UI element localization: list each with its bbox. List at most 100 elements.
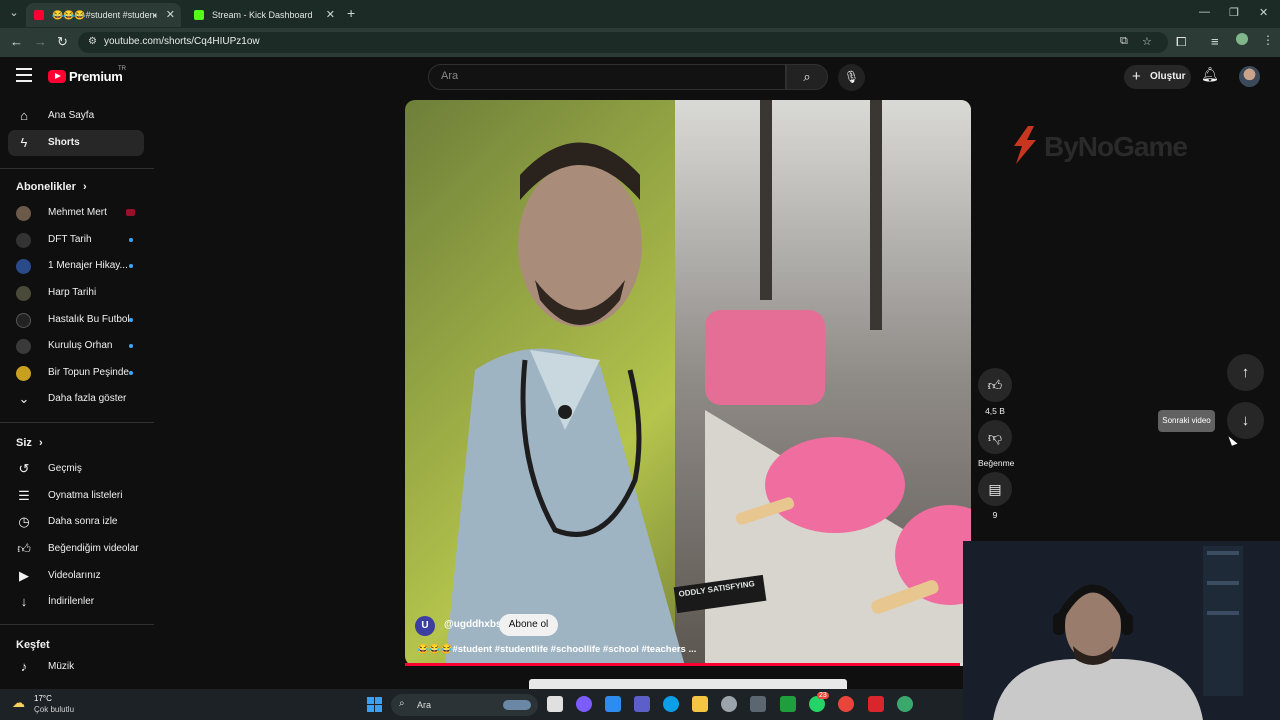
- widgets-icon[interactable]: [605, 696, 621, 712]
- microphone-icon: 🎙︎: [843, 70, 860, 84]
- taskbar-search-label: Ara: [417, 700, 432, 710]
- browser-menu-icon[interactable]: ⋮: [1262, 33, 1274, 47]
- shorts-video-player[interactable]: [405, 100, 971, 666]
- live-indicator-icon: [126, 209, 135, 216]
- copilot-icon[interactable]: [576, 696, 592, 712]
- account-avatar[interactable]: [1239, 66, 1260, 87]
- bookmark-star-icon[interactable]: ☆: [1142, 35, 1152, 48]
- comment-count: 9: [992, 510, 998, 520]
- taskbar-search[interactable]: ⌕ Ara: [391, 694, 538, 716]
- sidebar: ⌂ Ana Sayfa ϟ Shorts Abonelikler › Mehme…: [0, 97, 154, 687]
- weather-icon[interactable]: ☁︎: [12, 695, 28, 711]
- windows-start-icon[interactable]: [367, 697, 382, 712]
- close-tab-icon[interactable]: ✕: [166, 3, 175, 27]
- minimize-icon[interactable]: —: [1199, 6, 1210, 18]
- chrome-icon[interactable]: [838, 696, 854, 712]
- sidebar-item-watch-later[interactable]: ◷ Daha sonra izle: [8, 509, 144, 535]
- subscribe-button[interactable]: Abone ol: [499, 614, 558, 636]
- close-window-icon[interactable]: ✕: [1259, 6, 1268, 19]
- dislike-button[interactable]: 👎︎ Beğenme: [978, 420, 1014, 468]
- sidebar-item-subscription[interactable]: Bir Topun Peşinde: [8, 360, 144, 386]
- xbox-icon[interactable]: [780, 696, 796, 712]
- edge-icon[interactable]: [663, 696, 679, 712]
- sidebar-item-home[interactable]: ⌂ Ana Sayfa: [8, 103, 144, 129]
- tab-youtube-short[interactable]: 😂😂😂#student #studen 🔈︎ ✕: [26, 3, 181, 27]
- address-bar[interactable]: ⚙︎ youtube.com/shorts/Cq4HIUPz1ow ⧉ ☆: [78, 32, 1168, 53]
- sidebar-item-shorts[interactable]: ϟ Shorts: [8, 130, 144, 156]
- channel-avatar: [16, 259, 31, 274]
- sidebar-item-liked-videos[interactable]: 👍︎ Beğendiğim videolar: [8, 536, 144, 562]
- like-count: 4,5 B: [985, 406, 1005, 416]
- channel-avatar[interactable]: U: [415, 616, 435, 636]
- forward-icon[interactable]: →: [34, 34, 47, 49]
- speaker-icon[interactable]: 🔈︎: [154, 3, 159, 27]
- sidebar-item-label: Shorts: [48, 137, 80, 148]
- settings-icon[interactable]: [721, 696, 737, 712]
- menu-icon[interactable]: [16, 68, 32, 82]
- explore-heading: Keşfet: [16, 639, 50, 651]
- video-progress-bar[interactable]: [405, 663, 971, 666]
- restore-icon[interactable]: ❐: [1229, 6, 1239, 19]
- next-video-button[interactable]: ↓: [1227, 402, 1264, 439]
- sidebar-item-label: Mehmet Mert: [48, 207, 107, 218]
- cast-icon[interactable]: ⧉: [1120, 35, 1128, 48]
- browser-profile-icon[interactable]: [1236, 33, 1248, 45]
- sidebar-item-subscription[interactable]: 1 Menajer Hikay...: [8, 253, 144, 279]
- sidebar-item-subscription[interactable]: DFT Tarih: [8, 227, 144, 253]
- extensions-icon[interactable]: ⧠: [1176, 34, 1186, 50]
- new-tab-button[interactable]: +: [347, 5, 355, 21]
- tab-search-menu[interactable]: ⌄: [6, 5, 22, 21]
- voice-search-button[interactable]: 🎙︎: [838, 64, 865, 91]
- search-button[interactable]: ⌕: [786, 64, 828, 90]
- sidebar-item-downloads[interactable]: ↓ İndirilenler: [8, 589, 144, 615]
- back-icon[interactable]: ←: [10, 34, 23, 49]
- browser-tab-bar: ⌄ 😂😂😂#student #studen 🔈︎ ✕ Stream - Kick…: [0, 0, 1280, 28]
- reload-icon[interactable]: ↻: [57, 34, 68, 50]
- sidebar-item-subscription[interactable]: Mehmet Mert: [8, 200, 144, 226]
- home-icon: ⌂: [20, 108, 28, 123]
- sidebar-item-subscription[interactable]: Kuruluş Orhan: [8, 333, 144, 359]
- channel-avatar: [16, 206, 31, 221]
- new-content-dot: [129, 344, 133, 348]
- sidebar-item-music[interactable]: ♪ Müzik: [8, 654, 144, 680]
- sidebar-item-subscription[interactable]: Hastalık Bu Futbol: [8, 307, 144, 333]
- search-icon: ⌕: [803, 69, 811, 84]
- you-heading[interactable]: Siz ›: [16, 437, 43, 449]
- show-more-button[interactable]: ⌄ Daha fazla göster: [8, 386, 144, 412]
- youtube-favicon-icon: [34, 10, 44, 20]
- you-title: Siz: [16, 437, 32, 449]
- create-button[interactable]: + Oluştur: [1124, 65, 1191, 89]
- comments-button[interactable]: ▤ 9: [978, 472, 1012, 520]
- sidebar-item-playlists[interactable]: ☰ Oynatma listeleri: [8, 483, 144, 509]
- like-button[interactable]: 👍︎ 4,5 B: [978, 368, 1012, 416]
- sidebar-item-history[interactable]: ↺ Geçmiş: [8, 456, 144, 482]
- sidebar-item-your-videos[interactable]: ▶ Videolarınız: [8, 563, 144, 589]
- explore-title: Keşfet: [16, 639, 50, 651]
- search-input[interactable]: [441, 70, 771, 82]
- sidebar-item-subscription[interactable]: Harp Tarihi: [8, 280, 144, 306]
- music-icon: ♪: [20, 659, 28, 674]
- youtube-play-icon: [48, 70, 66, 83]
- new-content-dot: [129, 318, 133, 322]
- task-view-icon[interactable]: [547, 696, 563, 712]
- notifications-bell-icon[interactable]: 🔔︎: [1201, 66, 1219, 83]
- previous-video-button[interactable]: ↑: [1227, 354, 1264, 391]
- file-explorer-icon[interactable]: [692, 696, 708, 712]
- sidebar-item-label: Daha sonra izle: [48, 516, 118, 527]
- tab-kick-dashboard[interactable]: Stream - Kick Dashboard ✕: [186, 3, 341, 27]
- media-controls-icon[interactable]: ≡: [1211, 34, 1219, 49]
- sidebar-item-label: Kuruluş Orhan: [48, 340, 113, 351]
- youtube-header: Premium TR ⌕ 🎙︎ + Oluştur 🔔︎: [0, 57, 1280, 97]
- wps-office-icon[interactable]: [868, 696, 884, 712]
- channel-name[interactable]: @ugddhxbs: [444, 619, 502, 630]
- arrow-up-icon: ↑: [1241, 364, 1250, 381]
- apps-grid-icon[interactable]: [750, 696, 766, 712]
- site-info-icon[interactable]: ⚙︎: [88, 36, 97, 47]
- your-videos-icon: ▶: [19, 568, 29, 583]
- subscriptions-heading[interactable]: Abonelikler ›: [16, 181, 87, 193]
- teams-icon[interactable]: [634, 696, 650, 712]
- chrome-profile-icon[interactable]: [897, 696, 913, 712]
- short-title[interactable]: 😂😂😂#student #studentlife #schoollife #sc…: [417, 644, 696, 655]
- close-tab-icon[interactable]: ✕: [326, 3, 335, 27]
- sidebar-item-label: Geçmiş: [48, 463, 82, 474]
